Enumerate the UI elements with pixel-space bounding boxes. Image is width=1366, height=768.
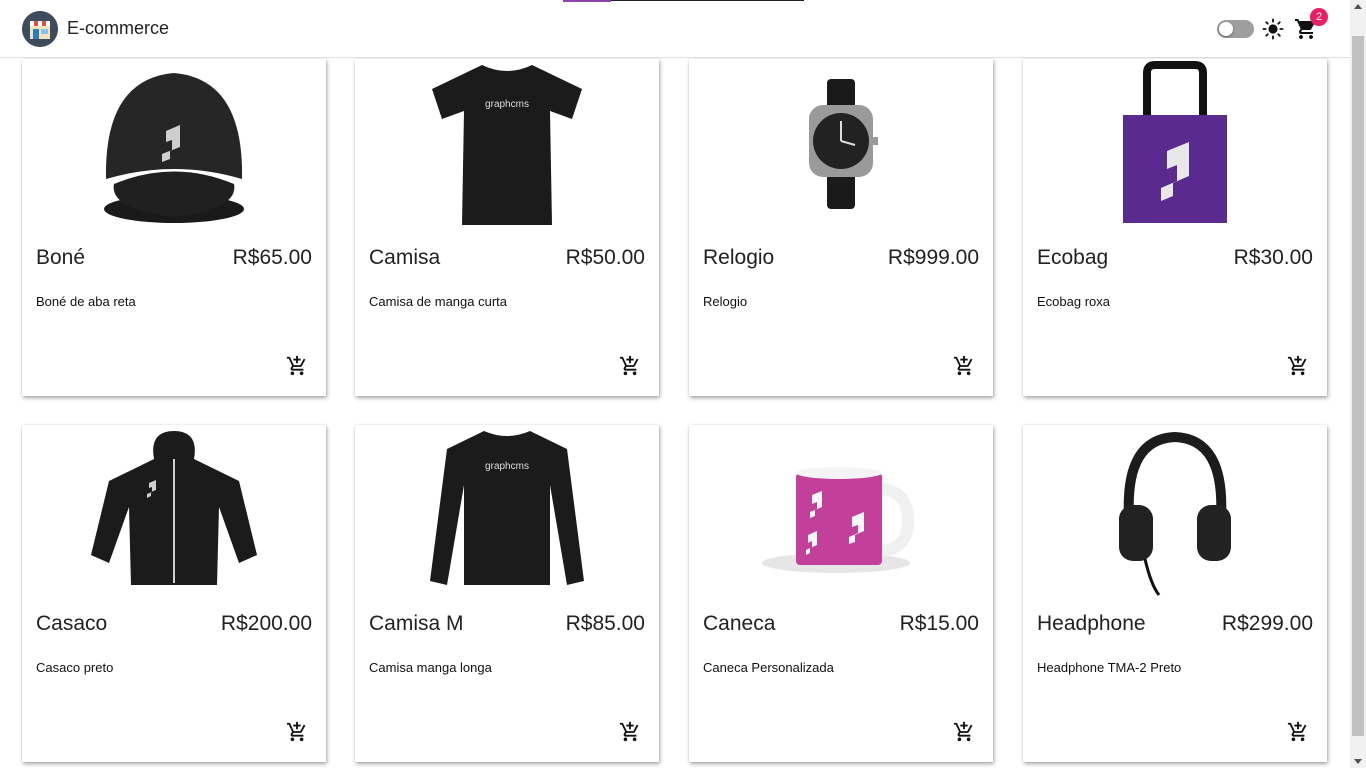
product-description: Camisa de manga curta [369, 294, 508, 309]
product-price: R$65.00 [232, 246, 312, 269]
loading-bar-fill [563, 0, 611, 2]
long-sleeve-image: graphcms [355, 425, 659, 603]
product-price: R$85.00 [565, 612, 645, 635]
product-price: R$299.00 [1221, 612, 1313, 635]
theme-toggle-thumb [1219, 22, 1233, 36]
product-card: graphcms Camisa R$50.00 Camisa de manga … [355, 59, 659, 396]
product-description: Camisa manga longa [369, 660, 492, 675]
product-price: R$15.00 [899, 612, 979, 635]
sun-icon[interactable] [1262, 18, 1284, 40]
scroll-down-arrow-icon[interactable] [1354, 759, 1362, 764]
product-card: graphcms Camisa M R$85.00 Camisa manga l… [355, 425, 659, 762]
cap-image [22, 59, 326, 237]
tshirt-image: graphcms [355, 59, 659, 237]
product-price: R$999.00 [887, 246, 979, 269]
mug-image [689, 425, 993, 603]
product-name: Camisa [369, 246, 441, 269]
add-to-cart-icon[interactable] [619, 355, 641, 377]
product-card: Headphone R$299.00 Headphone TMA-2 Preto [1023, 425, 1327, 762]
product-description: Boné de aba reta [36, 294, 136, 309]
product-card: Ecobag R$30.00 Ecobag roxa [1023, 59, 1327, 396]
product-name: Caneca [703, 612, 776, 635]
add-to-cart-icon[interactable] [953, 355, 975, 377]
product-price: R$200.00 [220, 612, 312, 635]
product-description: Headphone TMA-2 Preto [1037, 660, 1182, 675]
page-scrollbar[interactable] [1350, 0, 1366, 768]
product-description: Relogio [703, 294, 748, 309]
hoodie-image [22, 425, 326, 603]
product-card: Casaco R$200.00 Casaco preto [22, 425, 326, 762]
theme-toggle[interactable] [1217, 20, 1254, 38]
add-to-cart-icon[interactable] [286, 721, 308, 743]
product-description: Caneca Personalizada [703, 660, 834, 675]
add-to-cart-icon[interactable] [1287, 721, 1309, 743]
svg-text:graphcms: graphcms [485, 99, 529, 110]
product-price: R$30.00 [1233, 246, 1313, 269]
product-name: Boné [36, 246, 86, 269]
add-to-cart-icon[interactable] [619, 721, 641, 743]
product-name: Casaco [36, 612, 108, 635]
add-to-cart-icon[interactable] [1287, 355, 1309, 377]
product-price: R$50.00 [565, 246, 645, 269]
scrollbar-thumb[interactable] [1352, 36, 1364, 736]
product-name: Relogio [703, 246, 775, 269]
app-bar: E-commerce 2 [0, 0, 1350, 58]
product-name: Ecobag [1037, 246, 1109, 269]
app-title: E-commerce [67, 18, 170, 38]
product-card: Relogio R$999.00 Relogio [689, 59, 993, 396]
product-name: Camisa M [369, 612, 464, 635]
cart-count-badge: 2 [1310, 8, 1328, 26]
scroll-up-arrow-icon[interactable] [1354, 4, 1362, 9]
product-name: Headphone [1037, 612, 1146, 635]
product-card: Caneca R$15.00 Caneca Personalizada [689, 425, 993, 762]
tote-bag-image [1023, 59, 1327, 237]
product-description: Ecobag roxa [1037, 294, 1110, 309]
product-card: Boné R$65.00 Boné de aba reta [22, 59, 326, 396]
add-to-cart-icon[interactable] [286, 355, 308, 377]
headphone-image [1023, 425, 1327, 603]
watch-image [689, 59, 993, 237]
add-to-cart-icon[interactable] [953, 721, 975, 743]
product-description: Casaco preto [36, 660, 114, 675]
svg-text:graphcms: graphcms [485, 461, 529, 472]
store-logo[interactable] [22, 11, 58, 47]
